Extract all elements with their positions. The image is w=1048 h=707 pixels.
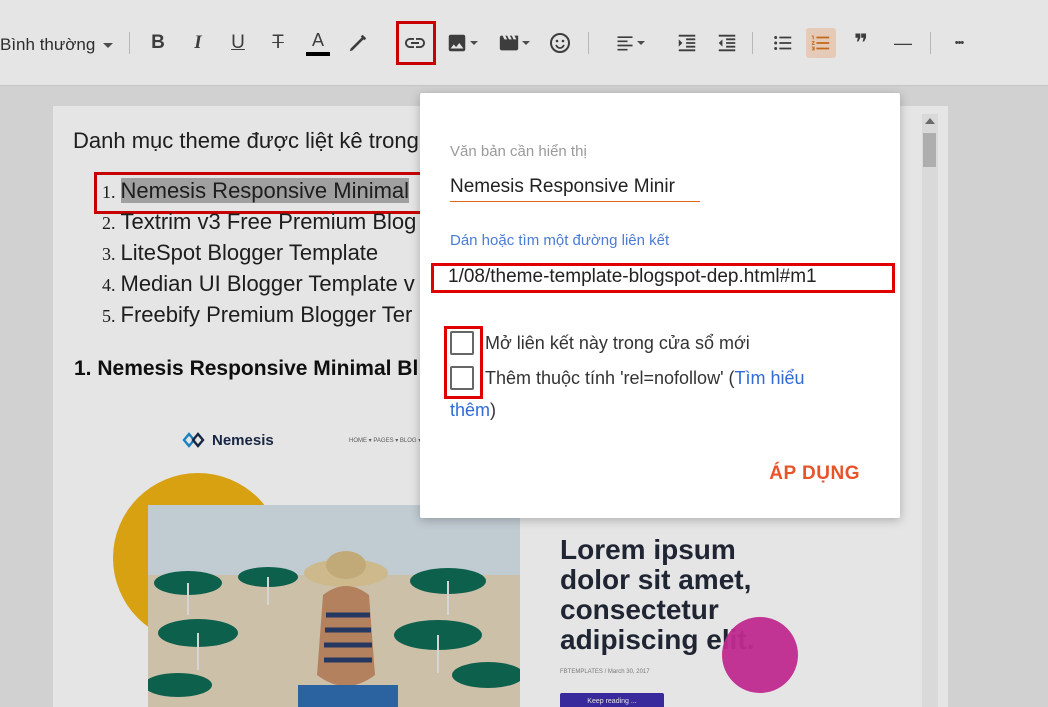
display-text-input[interactable] [450,172,700,202]
apply-button[interactable]: ÁP DỤNG [769,463,860,485]
new-window-label: Mở liên kết này trong cửa sổ mới [485,333,750,353]
nofollow-label-text: Thêm thuộc tính 'rel=nofollow' ( [485,368,735,388]
url-label: Dán hoặc tìm một đường liên kết [450,232,670,249]
display-text-label: Văn bản cần hiển thị [450,143,587,160]
learn-more-link[interactable]: Tìm hiểu [735,368,805,388]
nofollow-label-line2: thêm) [450,400,496,421]
learn-more-link[interactable]: thêm [450,400,490,421]
nofollow-label: Thêm thuộc tính 'rel=nofollow' (Tìm hiểu [485,368,805,389]
link-dialog: Văn bản cần hiển thị Dán hoặc tìm một đư… [420,93,900,518]
nofollow-label-suffix: ) [490,400,497,420]
nofollow-option[interactable]: Thêm thuộc tính 'rel=nofollow' (Tìm hiểu [450,366,805,390]
annotation-box [431,263,895,293]
new-window-option[interactable]: Mở liên kết này trong cửa sổ mới [450,331,750,355]
annotation-box [444,326,483,399]
